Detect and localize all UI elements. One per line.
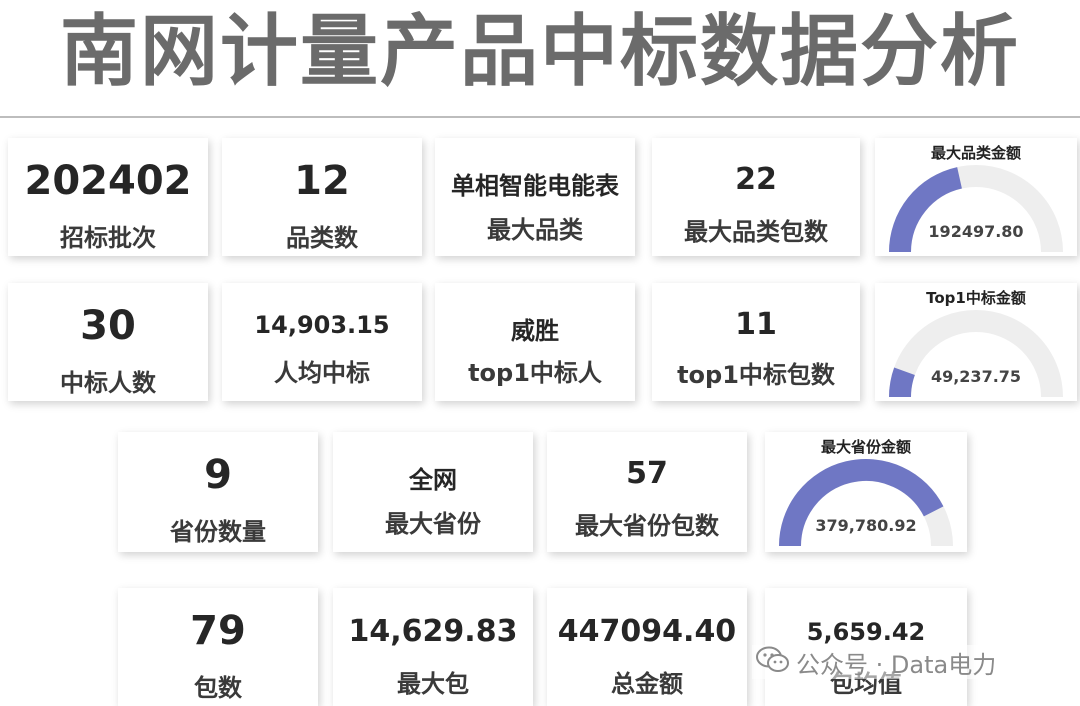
kpi-value: 14,629.83: [348, 614, 518, 649]
kpi-card-largest-category: 单相智能电能表 最大品类: [435, 138, 635, 256]
kpi-card-top1-winner: 威胜 top1中标人: [435, 283, 635, 401]
kpi-label: 人均中标: [274, 359, 370, 387]
kpi-value: 447094.40: [557, 614, 737, 649]
kpi-card-province-count: 9 省份数量: [118, 432, 318, 552]
gauge-value: 379,780.92: [815, 516, 917, 535]
kpi-value: 30: [80, 303, 136, 349]
watermark: 公众号 · Data电力: [752, 645, 1001, 680]
kpi-label: top1中标包数: [677, 361, 835, 389]
kpi-value: 威胜: [511, 317, 559, 345]
kpi-card-largest-province-packages: 57 最大省份包数: [547, 432, 747, 552]
wechat-icon: [756, 646, 790, 680]
kpi-label: 最大品类包数: [684, 218, 828, 246]
kpi-label: 最大包: [397, 670, 469, 698]
kpi-card-total-amount: 447094.40 总金额: [547, 588, 747, 706]
kpi-value: 202402: [24, 158, 192, 204]
gauge-title: 最大省份金额: [820, 438, 911, 456]
kpi-card-winner-count: 30 中标人数: [8, 283, 208, 401]
kpi-card-avg-per-winner: 14,903.15 人均中标: [222, 283, 422, 401]
kpi-value: 57: [626, 456, 668, 491]
kpi-label: 招标批次: [60, 224, 156, 252]
kpi-value: 全网: [409, 466, 457, 494]
gauge-card-largest-category-amount: 最大品类金额 192497.80: [875, 138, 1077, 256]
kpi-card-package-count: 79 包数: [118, 588, 318, 706]
page-title: 南网计量产品中标数据分析: [59, 7, 1020, 97]
kpi-label: top1中标人: [468, 359, 602, 387]
gauge-title: 最大品类金额: [930, 144, 1021, 162]
kpi-label: 最大省份: [385, 510, 481, 538]
gauge-card-top1-amount: Top1中标金额 49,237.75: [875, 283, 1077, 401]
watermark-text: 公众号 · Data电力: [796, 651, 997, 679]
kpi-card-largest-package: 14,629.83 最大包: [333, 588, 533, 706]
title-divider: [0, 116, 1080, 118]
kpi-card-largest-province: 全网 最大省份: [333, 432, 533, 552]
kpi-value: 单相智能电能表: [451, 172, 619, 200]
kpi-card-largest-category-packages: 22 最大品类包数: [652, 138, 860, 256]
kpi-value: 12: [294, 158, 350, 204]
gauge-value: 192497.80: [928, 222, 1024, 241]
kpi-label: 最大省份包数: [575, 512, 719, 540]
kpi-label: 最大品类: [487, 216, 583, 244]
kpi-value: 22: [735, 162, 777, 197]
kpi-value: 9: [204, 452, 232, 498]
kpi-label: 省份数量: [170, 518, 266, 546]
kpi-label: 包数: [194, 674, 242, 702]
kpi-value: 14,903.15: [254, 311, 390, 339]
kpi-value: 5,659.42: [806, 618, 926, 646]
kpi-card-category-count: 12 品类数: [222, 138, 422, 256]
kpi-card-top1-packages: 11 top1中标包数: [652, 283, 860, 401]
gauge-card-largest-province-amount: 最大省份金额 379,780.92: [765, 432, 967, 552]
kpi-value: 11: [735, 307, 777, 342]
kpi-label: 中标人数: [60, 369, 156, 397]
kpi-card-bid-batch: 202402 招标批次: [8, 138, 208, 256]
kpi-label: 总金额: [611, 670, 683, 698]
kpi-value: 79: [190, 608, 246, 654]
gauge-value: 49,237.75: [930, 367, 1022, 386]
gauge-title: Top1中标金额: [926, 289, 1026, 307]
kpi-label: 品类数: [286, 224, 358, 252]
